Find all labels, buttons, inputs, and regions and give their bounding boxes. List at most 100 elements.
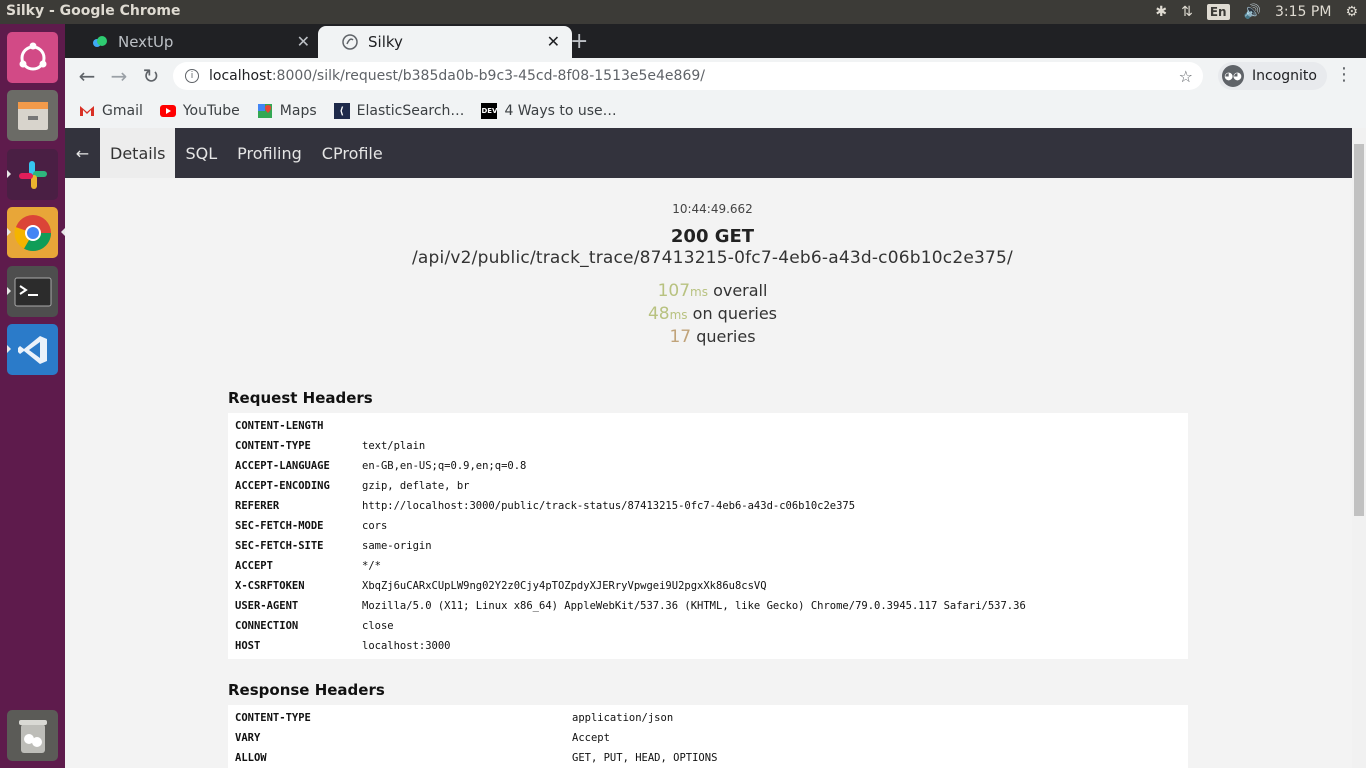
- request-headers-table: CONTENT-LENGTH CONTENT-TYPE text/plain ACCE…: [228, 413, 1188, 659]
- header-row: ACCEPT-ENCODING gzip, deflate, br: [228, 476, 1188, 496]
- header-key: HOST: [235, 640, 261, 652]
- back-arrow-icon[interactable]: ←: [75, 64, 99, 88]
- header-row: X-CSRFTOKEN XbqZj6uCARxCUpLW9ng02Y2z0Cjy4…: [228, 576, 1188, 596]
- tab-nextup[interactable]: NextUp ✕: [68, 26, 322, 58]
- header-key: CONTENT-LENGTH: [235, 420, 324, 432]
- response-headers-title: Response Headers: [228, 681, 385, 699]
- tab-title: Silky: [368, 33, 403, 51]
- stat-query-time: 48ms on queries: [647, 304, 778, 324]
- nextup-favicon-icon: [92, 34, 108, 50]
- trash-icon[interactable]: [7, 710, 58, 761]
- bookmark-elasticsearch[interactable]: ⟨ ElasticSearch…: [333, 103, 464, 119]
- response-headers-table: CONTENT-TYPE application/json VARY Accept AL…: [228, 705, 1188, 768]
- request-status: 200 GET: [670, 226, 755, 247]
- header-row: CONNECTION close: [228, 616, 1188, 636]
- forward-arrow-icon[interactable]: →: [107, 64, 131, 88]
- bookmark-star-icon[interactable]: ☆: [1179, 67, 1193, 86]
- header-value: Accept: [572, 732, 610, 744]
- request-stats: 107ms overall 48ms on queries 17 queries: [65, 280, 1352, 348]
- header-value: http://localhost:3000/public/track-statu…: [362, 500, 856, 512]
- reload-icon[interactable]: ↻: [139, 64, 163, 88]
- url-path: :8000/silk/request/b385da0b-b9c3-45cd-8f…: [271, 68, 705, 84]
- ubuntu-dash-icon[interactable]: [7, 32, 58, 83]
- terminal-icon[interactable]: [7, 266, 58, 317]
- running-indicator: [7, 228, 11, 236]
- request-headers-title: Request Headers: [228, 389, 373, 407]
- request-time: 10:44:49.662: [672, 202, 753, 216]
- header-key: REFERER: [235, 500, 280, 512]
- slack-icon[interactable]: [7, 149, 58, 200]
- request-path: /api/v2/public/track_trace/87413215-0fc7…: [412, 248, 1013, 268]
- header-row: CONTENT-TYPE text/plain: [228, 436, 1188, 456]
- header-key: CONNECTION: [235, 620, 299, 632]
- browser-tab-strip: NextUp ✕ Silky ✕ +: [65, 24, 1366, 58]
- request-summary: 10:44:49.662 200 GET /api/v2/public/trac…: [65, 202, 1352, 348]
- vscode-icon[interactable]: [7, 324, 58, 375]
- header-value: en-GB,en-US;q=0.9,en;q=0.8: [362, 460, 527, 472]
- close-tab-icon[interactable]: ✕: [547, 32, 560, 51]
- gmail-icon: [79, 103, 95, 119]
- header-key: ALLOW: [235, 752, 267, 764]
- silk-nav-bar: ← Details SQL Profiling CProfile: [65, 128, 1352, 178]
- tab-silky[interactable]: Silky ✕: [318, 26, 572, 58]
- window-title: Silky - Google Chrome: [6, 3, 181, 19]
- header-value: cors: [362, 520, 388, 532]
- header-row: CONTENT-LENGTH: [228, 416, 1188, 436]
- site-info-icon[interactable]: i: [185, 69, 199, 83]
- header-key: X-CSRFTOKEN: [235, 580, 305, 592]
- silk-back-arrow-icon[interactable]: ←: [65, 128, 100, 178]
- chrome-icon[interactable]: [7, 207, 65, 258]
- stat-query-count: 17 queries: [669, 327, 756, 347]
- silk-tab-cprofile[interactable]: CProfile: [312, 128, 393, 178]
- header-key: USER-AGENT: [235, 600, 299, 612]
- silk-tab-profiling[interactable]: Profiling: [227, 128, 312, 178]
- bookmarks-bar: Gmail YouTube Maps ⟨ ElasticSearch… DEV …: [65, 94, 1366, 128]
- clock[interactable]: 3:15 PM: [1275, 4, 1331, 20]
- close-tab-icon[interactable]: ✕: [297, 32, 310, 51]
- header-value: application/json: [572, 712, 674, 724]
- header-row: USER-AGENT Mozilla/5.0 (X11; Linux x86_64…: [228, 596, 1188, 616]
- bookmark-gmail[interactable]: Gmail: [79, 103, 143, 119]
- header-key: ACCEPT-ENCODING: [235, 480, 330, 492]
- page-scrollbar[interactable]: [1352, 128, 1366, 768]
- header-value: text/plain: [362, 440, 426, 452]
- browser-toolbar: ← → ↻ i localhost:8000/silk/request/b385…: [65, 58, 1366, 94]
- volume-icon[interactable]: 🔊: [1244, 4, 1261, 20]
- keyboard-lang-indicator[interactable]: En: [1206, 4, 1230, 20]
- new-tab-button[interactable]: +: [570, 29, 588, 54]
- header-row: CONTENT-TYPE application/json: [228, 708, 1188, 728]
- bookmark-youtube[interactable]: YouTube: [159, 103, 240, 119]
- files-icon[interactable]: [7, 90, 58, 141]
- stat-overall: 107ms overall: [657, 281, 768, 301]
- header-key: SEC-FETCH-MODE: [235, 520, 324, 532]
- youtube-icon: [159, 103, 176, 119]
- header-key: CONTENT-TYPE: [235, 712, 311, 724]
- silk-tab-details[interactable]: Details: [100, 128, 176, 178]
- bookmark-maps[interactable]: Maps: [257, 103, 317, 119]
- header-value: close: [362, 620, 394, 632]
- scrollbar-thumb[interactable]: [1354, 144, 1364, 516]
- header-value: localhost:3000: [362, 640, 451, 652]
- address-bar[interactable]: i localhost:8000/silk/request/b385da0b-b…: [173, 62, 1203, 90]
- silky-favicon-icon: [342, 34, 358, 50]
- slack-tray-icon[interactable]: ✱: [1155, 4, 1167, 20]
- settings-gear-icon[interactable]: ⚙: [1345, 4, 1358, 20]
- network-icon[interactable]: ⇅: [1181, 4, 1193, 20]
- header-key: ACCEPT: [235, 560, 273, 572]
- header-value: same-origin: [362, 540, 432, 552]
- header-value: gzip, deflate, br: [362, 480, 470, 492]
- running-indicator: [7, 287, 11, 295]
- header-row: VARY Accept: [228, 728, 1188, 748]
- header-row: REFERER http://localhost:3000/public/trac…: [228, 496, 1188, 516]
- header-row: SEC-FETCH-SITE same-origin: [228, 536, 1188, 556]
- incognito-badge[interactable]: ◕◕ Incognito: [1218, 62, 1327, 90]
- header-row: HOST localhost:3000: [228, 636, 1188, 656]
- maps-icon: [257, 103, 273, 119]
- tab-title: NextUp: [118, 33, 174, 51]
- header-value: GET, PUT, HEAD, OPTIONS: [572, 752, 718, 764]
- silk-tab-sql[interactable]: SQL: [175, 128, 227, 178]
- browser-menu-icon[interactable]: ⋮: [1335, 64, 1353, 85]
- bookmark-dev[interactable]: DEV 4 Ways to use…: [481, 103, 617, 119]
- header-value: Mozilla/5.0 (X11; Linux x86_64) AppleWeb…: [362, 600, 1026, 612]
- header-value: XbqZj6uCARxCUpLW9ng02Y2z0Cjy4pTOZpdyXJER…: [362, 580, 767, 592]
